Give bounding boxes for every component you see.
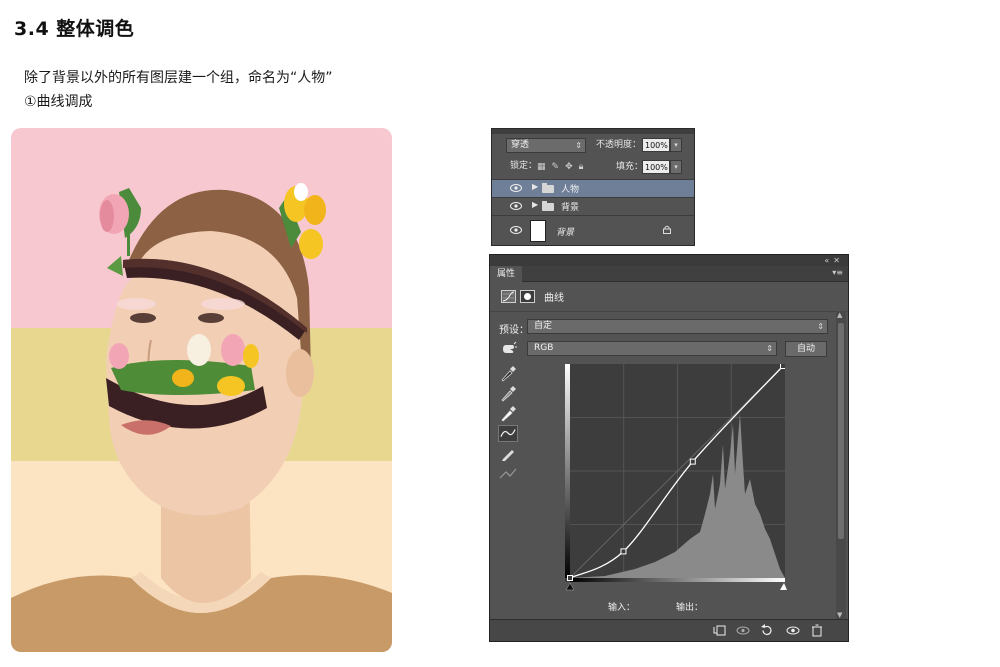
curves-adjustment-icon[interactable] [501,290,516,303]
layer-row-group-people[interactable]: ▶ 人物 [492,179,694,197]
description-line-2: ①曲线调成 [24,94,93,110]
fill-input[interactable]: 100% [642,160,670,174]
curves-graph[interactable] [565,364,785,582]
channel-value: RGB [534,343,554,353]
lock-paint-icon[interactable]: ✎ [552,162,560,172]
layer-thumbnail [530,220,546,242]
output-label: 输出： [676,603,704,613]
white-eyedropper-icon[interactable] [498,405,518,422]
scroll-down-icon[interactable]: ▼ [837,611,842,619]
preset-label: 预设： [499,325,529,336]
clip-layer-icon[interactable] [712,624,726,637]
properties-panel: «✕ 属性 ▾≡ 曲线 预设： 自定 ⇕ RGB ⇕ 自动 输入： 输出： ▲ … [489,254,849,642]
lock-options: ▦ ✎ ✥ 🔒︎ [537,162,583,172]
smooth-icon[interactable] [498,465,518,482]
scroll-up-icon[interactable]: ▲ [837,311,842,319]
panel-scrollbar[interactable]: ▲ ▼ [836,311,846,619]
layer-row-group-background[interactable]: ▶ 背景 [492,197,694,215]
channel-select[interactable]: RGB ⇕ [527,341,777,356]
auto-button[interactable]: 自动 [785,341,827,357]
mask-icon[interactable] [520,290,535,303]
eye-icon[interactable] [510,201,522,211]
expand-arrow-icon[interactable]: ▶ [532,200,538,209]
visibility-icon[interactable] [786,624,800,637]
black-point-slider [565,583,575,591]
panel-bottom-toolbar [490,619,848,641]
lock-all-icon[interactable]: 🔒︎ [579,162,584,172]
fill-dropdown-button[interactable]: ▾ [670,160,682,174]
chevron-updown-icon: ⇕ [575,141,582,150]
folder-icon [542,183,554,193]
layer-name: 背景 [556,228,575,238]
folder-icon [542,201,554,211]
curve-point-icon[interactable] [498,425,518,442]
panel-title-strip: «✕ [490,255,848,266]
eye-icon[interactable] [510,225,522,235]
chevron-updown-icon: ⇕ [766,344,773,353]
lock-label: 锁定： [510,161,538,171]
layer-row-background[interactable]: 背景 [492,215,694,245]
black-eyedropper-icon[interactable] [498,365,518,382]
lock-transparent-icon[interactable]: ▦ [537,162,546,172]
panel-divider [490,311,848,312]
reset-icon[interactable] [760,624,774,637]
curve-control-point[interactable] [689,458,696,465]
input-sliders[interactable] [565,583,787,591]
blend-mode-value: 穿透 [511,140,530,150]
opacity-label: 不透明度： [596,140,642,150]
blend-mode-select[interactable]: 穿透 ⇕ [506,138,586,153]
input-gradient-bar [570,578,785,582]
curve-control-point[interactable] [620,548,627,555]
section-heading: 3.4 整体调色 [14,18,135,40]
lock-icon [663,225,671,234]
layers-panel: 穿透 ⇕ 不透明度： 100% ▾ 锁定： ▦ ✎ ✥ 🔒︎ 填充： 100% … [491,128,695,246]
hand-target-icon[interactable] [501,341,517,355]
collage-photo [11,128,392,652]
expand-arrow-icon[interactable]: ▶ [532,182,538,191]
lock-position-icon[interactable]: ✥ [565,162,573,172]
description: 除了背景以外的所有图层建一个组，命名为“人物” ①曲线调成 [24,66,333,114]
chevron-updown-icon: ⇕ [817,322,824,331]
layer-name: 背景 [561,203,580,213]
preset-select[interactable]: 自定 ⇕ [527,319,828,334]
preset-value: 自定 [534,321,553,331]
gray-eyedropper-icon[interactable] [498,385,518,402]
panel-menu-icon[interactable]: ▾≡ [832,268,843,277]
opacity-dropdown-button[interactable]: ▾ [670,138,682,152]
portrait-illustration [11,183,392,652]
layers-panel-topbar [492,129,694,134]
opacity-input[interactable]: 100% [642,138,670,152]
eye-icon[interactable] [510,183,522,193]
layer-name: 人物 [561,185,580,195]
curve-control-point[interactable] [567,575,573,581]
trash-icon[interactable] [810,624,824,637]
fill-label: 填充： [616,162,644,172]
panel-tabbar: 属性 ▾≡ [490,266,848,282]
panel-window-controls[interactable]: «✕ [824,255,844,266]
input-label: 输入： [608,603,636,613]
tab-properties[interactable]: 属性 [490,266,522,282]
pencil-icon[interactable] [498,445,518,462]
output-gradient-bar [565,364,570,578]
adjustment-title: 曲线 [544,293,564,304]
white-point-slider [780,583,787,590]
view-previous-icon[interactable] [736,624,750,637]
scroll-thumb[interactable] [838,323,844,539]
description-line-1: 除了背景以外的所有图层建一个组，命名为“人物” [24,70,333,86]
curve-control-point[interactable] [780,364,786,369]
